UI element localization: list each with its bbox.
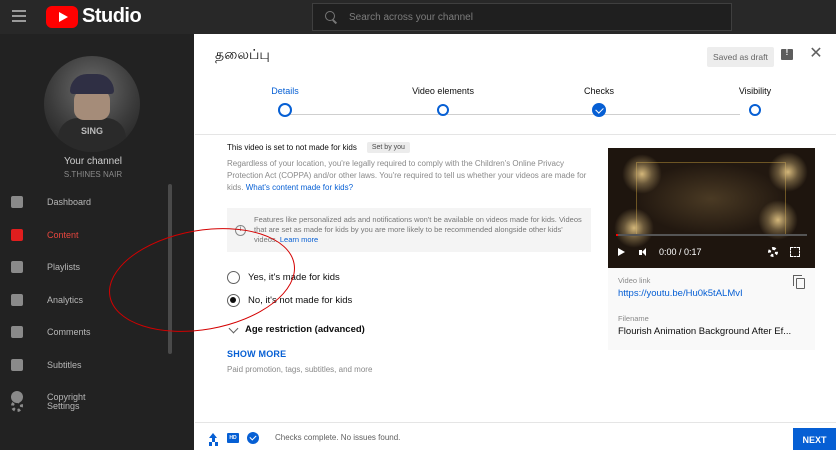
kids-info-text: Features like personalized ads and notif… (254, 215, 582, 244)
chevron-down-icon (228, 323, 239, 333)
radio-yes[interactable] (227, 271, 240, 284)
sidebar-item-analytics[interactable]: Analytics (0, 284, 194, 317)
sidebar-item-playlists[interactable]: Playlists (0, 251, 194, 284)
stepper-line (289, 114, 740, 115)
top-bar: Studio Search across your channel (0, 0, 836, 34)
sidebar-nav: Dashboard Content Playlists Analytics Co… (0, 186, 194, 414)
next-button[interactable]: NEXT (793, 428, 836, 450)
sidebar-item-settings[interactable]: Settings (11, 400, 80, 412)
saved-draft-badge: Saved as draft (707, 47, 774, 67)
upload-stepper: Details Video elements Checks Visibility (195, 86, 836, 136)
made-for-kids-no-option[interactable]: No, it's not made for kids (227, 289, 597, 312)
divider (195, 134, 836, 135)
upload-icon (209, 433, 218, 443)
step-details[interactable]: Details (225, 86, 345, 117)
step-visibility[interactable]: Visibility (695, 86, 815, 116)
made-for-kids-yes-option[interactable]: Yes, it's made for kids (227, 266, 597, 289)
audience-description: Regardless of your location, you're lega… (227, 159, 587, 192)
step-check-icon (592, 103, 606, 117)
upload-dialog: தலைப்பு Saved as draft ✕ Details Video e… (195, 34, 836, 450)
studio-logo[interactable]: Studio (46, 5, 142, 28)
age-restriction-label: Age restriction (advanced) (245, 324, 365, 335)
video-link-label: Video link (618, 276, 651, 285)
search-input[interactable]: Search across your channel (312, 3, 732, 31)
filename: Flourish Animation Background After Ef..… (618, 326, 792, 337)
close-icon[interactable]: ✕ (808, 46, 824, 62)
content-icon (11, 228, 23, 241)
audience-header: This video is set to not made for kids S… (227, 140, 597, 154)
learn-more-link[interactable]: Learn more (280, 235, 318, 244)
info-icon (235, 224, 246, 236)
sidebar-item-content[interactable]: Content (0, 219, 194, 252)
radio-no[interactable] (227, 294, 240, 307)
sidebar: SING Your channel S.THINES NAIR Dashboar… (0, 34, 194, 450)
logo-text: Studio (82, 5, 142, 27)
search-placeholder: Search across your channel (349, 11, 473, 23)
subtitles-icon (11, 358, 23, 371)
video-settings-icon[interactable] (768, 247, 778, 257)
show-more-description: Paid promotion, tags, subtitles, and mor… (227, 365, 373, 374)
step-video-elements[interactable]: Video elements (383, 86, 503, 116)
show-more-button[interactable]: SHOW MORE (227, 349, 597, 359)
channel-name: S.THINES NAIR (63, 170, 123, 179)
channel-title: Your channel (63, 156, 122, 167)
youtube-logo-icon (46, 5, 78, 28)
sidebar-item-comments[interactable]: Comments (0, 316, 194, 349)
hd-icon: HD (227, 433, 239, 443)
volume-icon[interactable] (639, 247, 649, 257)
filename-label: Filename (618, 314, 649, 323)
video-time: 0:00 / 0:17 (659, 247, 702, 257)
gear-icon (11, 400, 23, 412)
check-icon (247, 432, 259, 444)
made-for-kids-link[interactable]: What's content made for kids? (246, 183, 353, 192)
sidebar-item-subtitles[interactable]: Subtitles (0, 349, 194, 382)
sidebar-item-dashboard[interactable]: Dashboard (0, 186, 194, 219)
play-icon[interactable] (618, 248, 625, 256)
video-player[interactable]: 0:00 / 0:17 (608, 148, 815, 268)
video-preview-card: 0:00 / 0:17 Video link https://youtu.be/… (608, 148, 815, 350)
menu-icon[interactable] (12, 10, 26, 22)
comments-icon (11, 326, 23, 339)
video-link[interactable]: https://youtu.be/Hu0k5tALMvI (618, 288, 743, 299)
checks-status: Checks complete. No issues found. (275, 433, 401, 442)
step-checks[interactable]: Checks (539, 86, 659, 117)
audience-heading: This video is set to not made for kids (227, 142, 357, 152)
step-indicator (437, 104, 449, 116)
kids-info-box: Features like personalized ads and notif… (227, 208, 591, 252)
details-content: This video is set to not made for kids S… (227, 140, 597, 374)
dashboard-icon (11, 196, 23, 209)
dialog-title: தலைப்பு (215, 47, 270, 63)
search-icon (325, 11, 337, 23)
analytics-icon (11, 293, 23, 306)
playlists-icon (11, 261, 23, 274)
set-by-you-badge: Set by you (366, 141, 410, 153)
age-restriction-toggle[interactable]: Age restriction (advanced) (227, 323, 597, 335)
step-indicator (749, 104, 761, 116)
step-indicator (278, 103, 292, 117)
video-controls: 0:00 / 0:17 (608, 240, 815, 264)
avatar[interactable]: SING (44, 56, 140, 152)
fullscreen-icon[interactable] (790, 247, 800, 257)
copy-icon[interactable] (793, 275, 805, 289)
dialog-footer: HD Checks complete. No issues found. NEX… (195, 422, 836, 450)
video-progress-bar[interactable] (616, 234, 807, 236)
feedback-icon[interactable] (781, 48, 793, 60)
